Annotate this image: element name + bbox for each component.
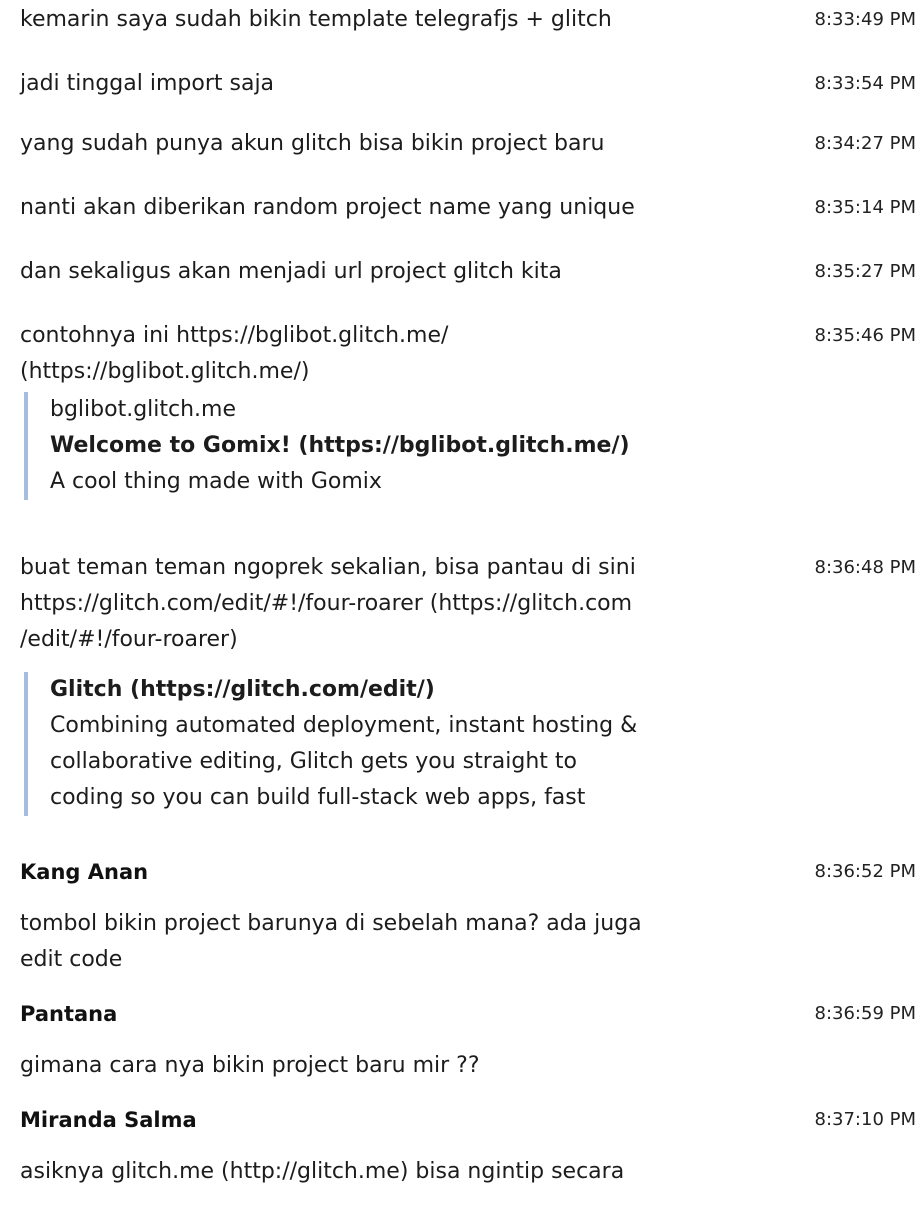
link-preview-title[interactable]: Welcome to Gomix! (https://bglibot.glitc… — [50, 428, 750, 464]
message-text: buat teman teman ngoprek sekalian, bisa … — [20, 550, 756, 658]
message-sender[interactable]: Kang Anan — [20, 854, 916, 890]
message-time: 8:33:49 PM — [814, 9, 917, 30]
link-preview-description: Combining automated deployment, instant … — [50, 713, 638, 738]
message-text-line: tombol bikin project barunya di sebelah … — [20, 911, 642, 936]
message: kemarin saya sudah bikin template telegr… — [20, 2, 916, 38]
message-text: gimana cara nya bikin project baru mir ?… — [20, 1053, 480, 1078]
link-preview-site: bglibot.glitch.me — [50, 397, 237, 422]
message-text: asiknya glitch.me (http://glitch.me) bis… — [20, 1159, 625, 1184]
message: Miranda Salma 8:37:10 PM asiknya glitch.… — [20, 1102, 916, 1190]
message-sender[interactable]: Pantana — [20, 996, 916, 1032]
message-link[interactable]: (https://bglibot.glitch.me/) — [20, 354, 756, 390]
link-preview-title[interactable]: Glitch (https://glitch.com/edit/) — [50, 672, 750, 708]
message-text-line: contohnya ini https://bglibot.glitch.me/ — [20, 323, 449, 348]
message: Pantana 8:36:59 PM gimana cara nya bikin… — [20, 996, 916, 1084]
message: buat teman teman ngoprek sekalian, bisa … — [20, 550, 916, 816]
message: Kang Anan 8:36:52 PM tombol bikin projec… — [20, 854, 916, 978]
message-text: contohnya ini https://bglibot.glitch.me/… — [20, 318, 756, 390]
link-preview-description: collaborative editing, Glitch gets you s… — [50, 749, 578, 774]
message-time: 8:36:48 PM — [814, 557, 917, 578]
message-sender[interactable]: Miranda Salma — [20, 1102, 916, 1138]
message-text-line: buat teman teman ngoprek sekalian, bisa … — [20, 555, 636, 580]
link-preview-description: A cool thing made with Gomix — [50, 469, 382, 494]
message: yang sudah punya akun glitch bisa bikin … — [20, 126, 916, 162]
link-preview-description: coding so you can build full-stack web a… — [50, 785, 586, 810]
message-text: jadi tinggal import saja — [20, 71, 275, 96]
message-text-line: edit code — [20, 947, 123, 972]
message-text: nanti akan diberikan random project name… — [20, 195, 635, 220]
message-time: 8:36:59 PM — [814, 1003, 917, 1024]
message-text: yang sudah punya akun glitch bisa bikin … — [20, 131, 605, 156]
message: contohnya ini https://bglibot.glitch.me/… — [20, 318, 916, 500]
link-preview[interactable]: bglibot.glitch.me Welcome to Gomix! (htt… — [24, 392, 750, 500]
link-preview[interactable]: Glitch (https://glitch.com/edit/) Combin… — [24, 672, 750, 816]
message-time: 8:35:27 PM — [814, 261, 917, 282]
message-time: 8:36:52 PM — [814, 861, 917, 882]
message-time: 8:34:27 PM — [814, 133, 917, 154]
message-time: 8:35:46 PM — [814, 325, 917, 346]
message: nanti akan diberikan random project name… — [20, 190, 916, 226]
message-time: 8:33:54 PM — [814, 73, 917, 94]
message-time: 8:35:14 PM — [814, 197, 917, 218]
message-text: kemarin saya sudah bikin template telegr… — [20, 7, 612, 32]
message-link[interactable]: https://glitch.com/edit/#!/four-roarer (… — [20, 586, 756, 622]
message: dan sekaligus akan menjadi url project g… — [20, 254, 916, 290]
message-link[interactable]: /edit/#!/four-roarer) — [20, 622, 756, 658]
message-text: dan sekaligus akan menjadi url project g… — [20, 259, 562, 284]
message-text: tombol bikin project barunya di sebelah … — [20, 906, 756, 978]
message: jadi tinggal import saja 8:33:54 PM — [20, 66, 916, 102]
message-time: 8:37:10 PM — [814, 1109, 917, 1130]
